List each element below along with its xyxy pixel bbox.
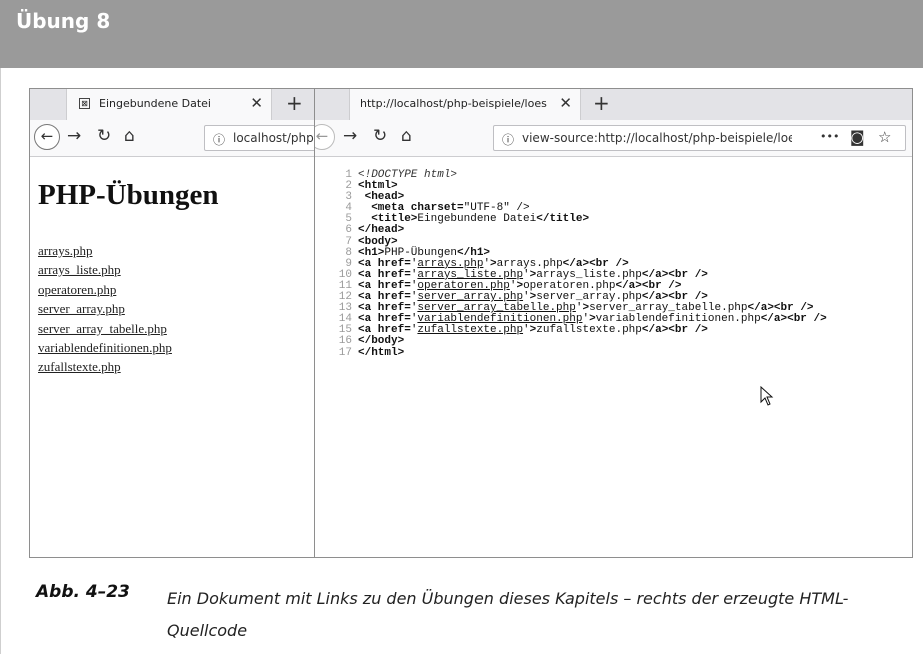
close-icon[interactable]: ✕	[250, 94, 263, 112]
source-line: 5 <title>Eingebundene Datei</title>	[345, 213, 590, 226]
url-bar[interactable]: ⓘ localhost/php	[204, 125, 314, 151]
tab-bar: http://localhost/php-beispiele/loes ✕ +	[315, 89, 912, 121]
left-browser-window: ⊠ Eingebundene Datei ✕ + ← → ↻ ⌂ ⓘ local…	[29, 88, 315, 558]
back-icon[interactable]: ←	[315, 124, 335, 150]
source-line: 16 </body>	[338, 335, 405, 348]
source-line: 6 </head>	[345, 224, 405, 237]
home-icon[interactable]: ⌂	[124, 126, 135, 146]
figure-label: Abb. 4–23	[36, 582, 130, 602]
url-bar[interactable]: ⓘ view-source:http://localhost/php-beisp…	[493, 125, 906, 151]
link-list: arrays.php arrays_liste.php operatoren.p…	[38, 241, 172, 377]
figure-caption: Ein Dokument mit Links zu den Übungen di…	[167, 589, 849, 640]
link-server-array-tabelle[interactable]: server_array_tabelle.php	[38, 319, 172, 338]
nav-bar: ← → ↻ ⌂ ⓘ view-source:http://localhost/p…	[315, 120, 912, 157]
reload-icon[interactable]: ↻	[373, 126, 387, 146]
url-text: localhost/php	[233, 131, 314, 145]
right-browser-window: http://localhost/php-beispiele/loes ✕ + …	[314, 88, 913, 558]
link-server-array[interactable]: server_array.php	[38, 299, 172, 318]
exercise-title: Übung 8	[16, 9, 111, 33]
source-line: 1 <!DOCTYPE html>	[345, 169, 458, 181]
source-line: 15 <a href='zufallstexte.php'>zufallstext…	[338, 324, 708, 337]
link-variablendefinitionen[interactable]: variablendefinitionen.php	[38, 338, 172, 357]
tab-view-source[interactable]: http://localhost/php-beispiele/loes ✕	[349, 89, 581, 120]
source-line: 7 <body>	[345, 235, 398, 248]
tab-bar: ⊠ Eingebundene Datei ✕ +	[30, 89, 314, 121]
tab-label: http://localhost/php-beispiele/loes	[360, 97, 547, 110]
link-operatoren[interactable]: operatoren.php	[38, 280, 172, 299]
back-icon[interactable]: ←	[34, 124, 60, 150]
info-icon[interactable]: ⓘ	[502, 131, 514, 148]
page-actions-icon[interactable]: •••	[820, 130, 839, 143]
link-arrays-liste[interactable]: arrays_liste.php	[38, 260, 172, 279]
close-icon[interactable]: ✕	[559, 94, 572, 112]
mouse-cursor-icon	[760, 386, 774, 406]
info-icon[interactable]: ⓘ	[213, 131, 225, 148]
forward-icon[interactable]: →	[67, 126, 81, 146]
url-text: view-source:http://localhost/php-beispie…	[522, 131, 792, 145]
header-band: Übung 8	[0, 0, 923, 68]
source-line: 17 </html>	[338, 346, 405, 359]
nav-bar: ← → ↻ ⌂ ⓘ localhost/php	[30, 120, 314, 157]
tab-eingebundene-datei[interactable]: ⊠ Eingebundene Datei ✕	[66, 89, 272, 120]
link-zufallstexte[interactable]: zufallstexte.php	[38, 357, 172, 376]
page-heading: PHP-Übungen	[38, 179, 219, 211]
home-icon[interactable]: ⌂	[401, 126, 412, 146]
tab-label: Eingebundene Datei	[99, 97, 211, 110]
source-line: 2 <html>	[345, 180, 398, 193]
forward-icon[interactable]: →	[343, 126, 357, 146]
new-tab-icon[interactable]: +	[286, 91, 303, 115]
bookmark-star-icon[interactable]: ☆	[878, 128, 891, 146]
pocket-icon[interactable]: ◙	[850, 128, 865, 146]
source-view: 1 <!DOCTYPE html> 2 <html> 3 <head> 4 <met…	[338, 170, 827, 359]
page-icon: ⊠	[79, 98, 90, 109]
new-tab-icon[interactable]: +	[593, 91, 610, 115]
reload-icon[interactable]: ↻	[97, 126, 111, 146]
link-arrays[interactable]: arrays.php	[38, 241, 172, 260]
